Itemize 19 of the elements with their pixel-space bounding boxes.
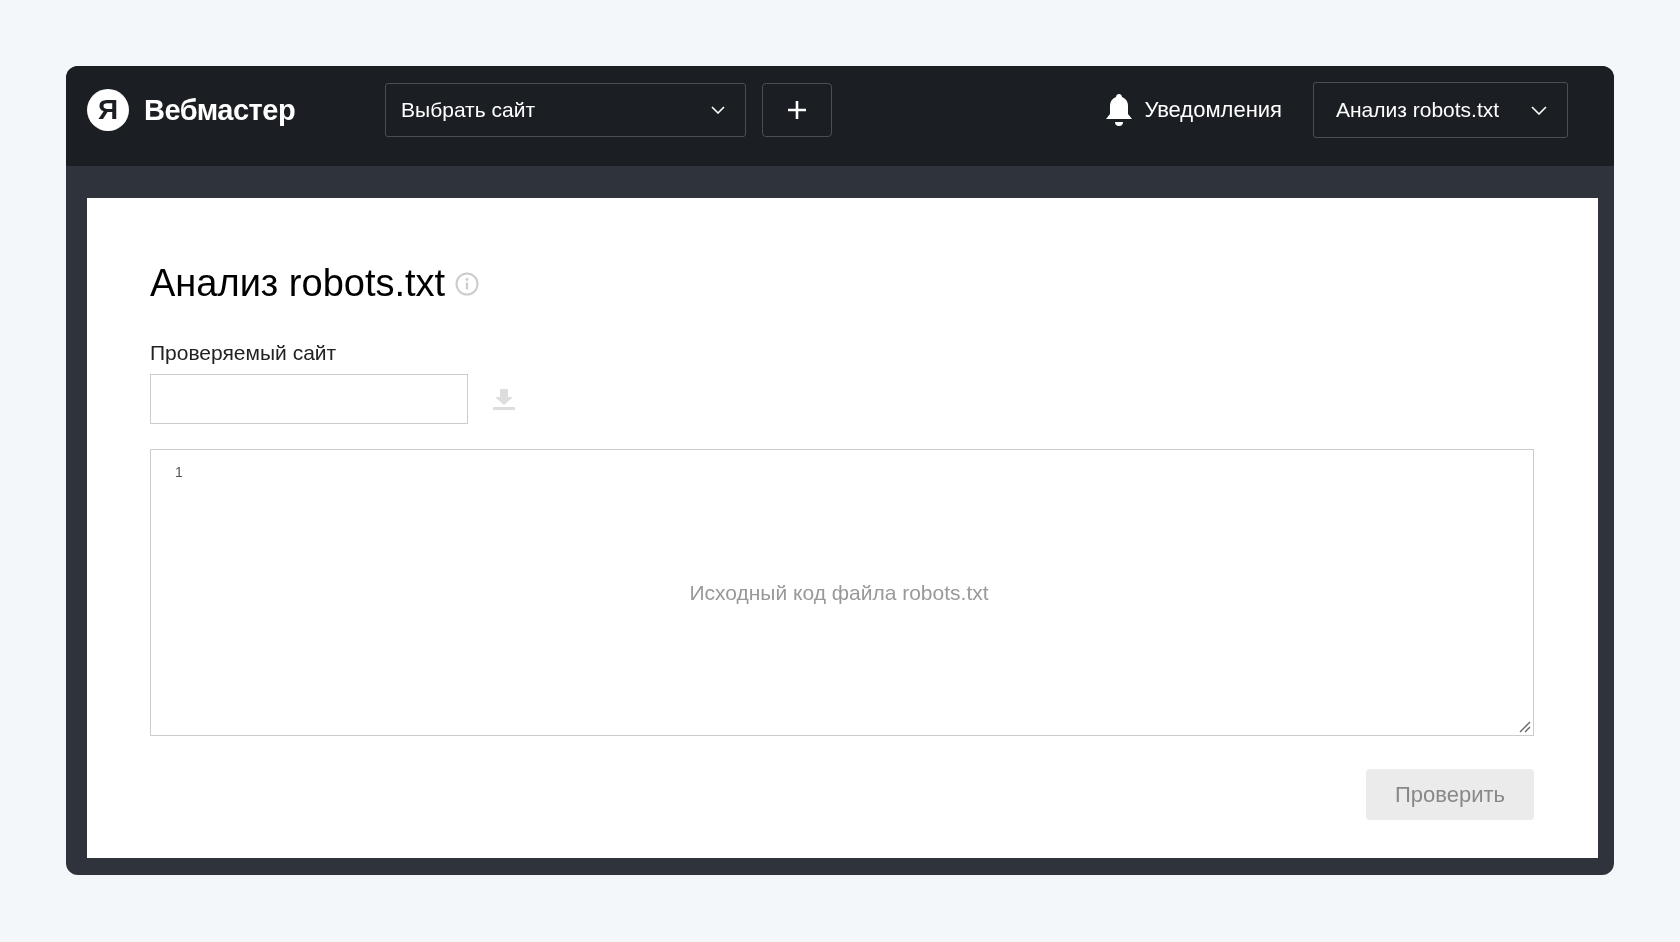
editor-placeholder: Исходный код файла robots.txt [689,580,989,605]
resize-handle-icon[interactable] [1519,721,1531,733]
brand-name[interactable]: Вебмастер [144,93,296,127]
site-input-field[interactable] [150,374,468,424]
logo-icon[interactable]: Я [87,89,129,131]
chevron-down-icon [1531,105,1547,115]
bell-icon [1104,93,1135,127]
tool-menu[interactable]: Анализ robots.txt [1313,82,1568,138]
code-editor-field[interactable]: 1 Исходный код файла robots.txt [150,449,1534,736]
page-title: Анализ robots.txt [150,262,446,305]
notifications-button[interactable]: Уведомления [1104,93,1282,127]
line-number: 1 [175,464,184,480]
site-select[interactable]: Выбрать сайт [385,83,747,137]
info-icon[interactable] [455,271,480,296]
add-site-button[interactable] [762,83,833,137]
field-label: Проверяемый сайт [150,341,338,365]
chevron-down-icon [711,106,726,114]
plus-icon [787,100,808,120]
download-icon[interactable] [493,388,515,410]
